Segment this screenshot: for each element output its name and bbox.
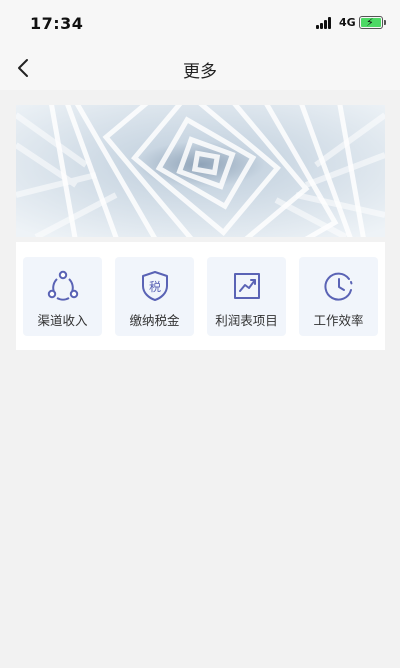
banner-image [16, 105, 385, 237]
feature-tile-tax-payment[interactable]: 税 缴纳税金 [115, 257, 194, 336]
features-card: 渠道收入 税 缴纳税金 利润表项目 工作效率 [16, 242, 385, 350]
trend-chart-icon [234, 273, 260, 299]
clock-icon [324, 272, 353, 301]
status-time: 17:34 [30, 14, 84, 33]
feature-tile-channel-income[interactable]: 渠道收入 [23, 257, 102, 336]
share-nodes-icon [47, 270, 79, 301]
status-bar: 17:34 4G ⚡ [0, 0, 400, 46]
battery-cap [384, 20, 386, 25]
page-title: 更多 [183, 62, 217, 82]
feature-label: 缴纳税金 [129, 313, 180, 328]
feature-label: 工作效率 [313, 313, 364, 328]
feature-label: 渠道收入 [37, 313, 88, 328]
feature-tile-profit-statement[interactable]: 利润表项目 [207, 257, 286, 336]
feature-tile-work-efficiency[interactable]: 工作效率 [299, 257, 378, 336]
network-type: 4G [339, 16, 356, 29]
navigation-bar: 更多 [0, 46, 400, 90]
feature-label: 利润表项目 [215, 313, 278, 328]
svg-text:税: 税 [149, 280, 161, 294]
battery-charging-icon: ⚡ [359, 16, 383, 29]
signal-strength-icon [316, 17, 334, 29]
tax-shield-icon: 税 [142, 271, 168, 301]
